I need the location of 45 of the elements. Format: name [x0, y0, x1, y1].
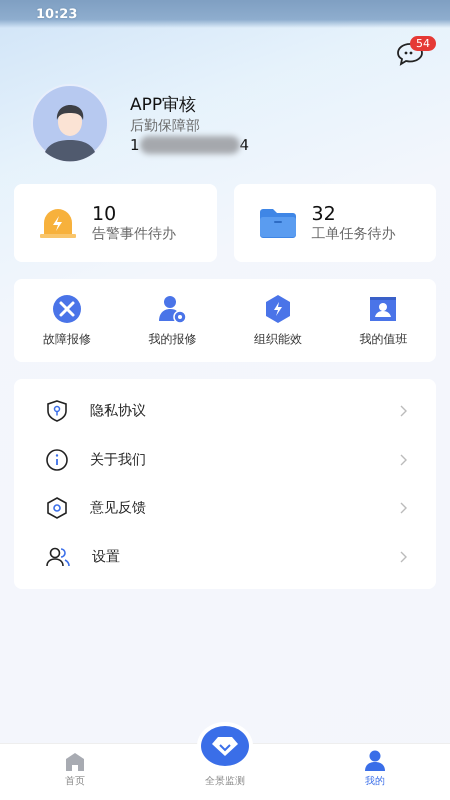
alarm-icon [38, 207, 78, 239]
person-icon [364, 750, 386, 772]
home-icon [64, 752, 86, 772]
chevron-right-icon [400, 550, 408, 563]
chevron-right-icon [400, 502, 408, 514]
menu-item[interactable]: 设置 [14, 532, 436, 581]
todo-label: 工单任务待办 [312, 225, 396, 243]
nav-label: 全景监测 [205, 774, 245, 788]
user-icon[interactable] [157, 294, 188, 324]
shield-icon [45, 399, 69, 424]
todo-label: 告警事件待办 [92, 225, 176, 243]
shortcut-label[interactable]: 故障报修 [42, 330, 91, 348]
diamond-button[interactable] [201, 726, 249, 766]
menu-item[interactable]: 隐私协议 [14, 387, 436, 436]
todo-count: 10 [92, 203, 118, 225]
menu-label: 设置 [92, 548, 121, 566]
nav-label: 我的 [365, 774, 385, 788]
message-count-badge: 54 [410, 36, 436, 51]
menu-item[interactable]: 意见反馈 [14, 484, 436, 532]
chevron-right-icon [400, 405, 408, 418]
nav-label: 首页 [65, 775, 85, 788]
menu-label: 隐私协议 [90, 402, 147, 420]
status-time: 10:23 [36, 6, 78, 22]
nav-tab[interactable]: 全景监测 [150, 726, 300, 788]
todo-count: 32 [312, 203, 337, 225]
nav-tab[interactable]: 首页 [0, 752, 150, 788]
shortcut-label[interactable]: 我的报修 [148, 330, 196, 348]
department-text: 后勤保障部 [130, 116, 201, 134]
shortcut-label[interactable]: 组织能效 [254, 330, 302, 348]
user-name: APP审核 [130, 94, 198, 116]
info-icon [45, 448, 69, 472]
folder-icon [258, 207, 298, 239]
shortcut-label[interactable]: 我的值班 [359, 330, 408, 348]
menu-item[interactable]: 关于我们 [14, 436, 436, 484]
menu-label: 意见反馈 [90, 499, 147, 518]
todo-card[interactable]: 32 工单任务待办 [234, 184, 436, 262]
nav-tab[interactable]: 我的 [300, 750, 450, 788]
chevron-right-icon [400, 454, 408, 466]
phone-number: 4 [240, 136, 250, 154]
todo-card[interactable]: 10 告警事件待办 [14, 184, 216, 262]
hexagon-icon [45, 496, 69, 520]
phone-number: 1 [130, 136, 140, 154]
users-icon [45, 544, 71, 569]
menu-label: 关于我们 [90, 450, 147, 469]
diamond-icon [211, 735, 239, 757]
